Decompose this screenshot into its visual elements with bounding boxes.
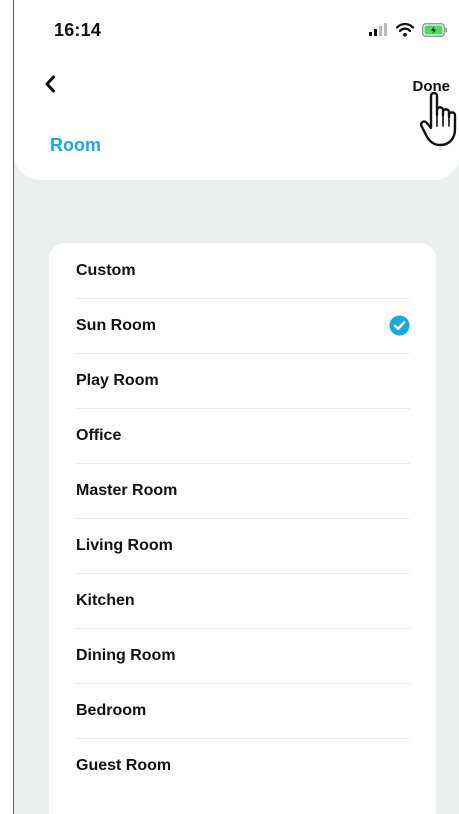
- done-button[interactable]: Done: [413, 78, 451, 95]
- room-option[interactable]: Kitchen: [76, 573, 410, 628]
- room-option[interactable]: Bedroom: [76, 683, 410, 738]
- room-option-label: Office: [76, 426, 122, 444]
- status-icons: [368, 23, 448, 42]
- room-option[interactable]: Master Room: [76, 463, 410, 518]
- room-option-label: Bedroom: [76, 701, 147, 719]
- wifi-icon: [395, 23, 415, 42]
- room-option[interactable]: Sun Room: [76, 298, 410, 353]
- back-button[interactable]: [38, 74, 62, 98]
- status-time: 16:14: [54, 20, 102, 40]
- chevron-left-icon: [44, 75, 56, 98]
- room-list-card: Custom Sun Room Play Room Office Master Room…: [49, 243, 436, 814]
- checkmark-circle-icon: [389, 315, 410, 336]
- room-option[interactable]: Living Room: [76, 518, 410, 573]
- room-list: Custom Sun Room Play Room Office Master Room…: [49, 243, 436, 793]
- room-option-label: Living Room: [76, 536, 173, 554]
- room-option-label: Kitchen: [76, 591, 135, 609]
- room-option-label: Master Room: [76, 481, 178, 499]
- battery-charging-icon: [422, 23, 448, 42]
- phone-screen: 16:14 Done Room Custom Sun Room Play Roo…: [13, 0, 459, 814]
- room-option-label: Sun Room: [76, 316, 156, 334]
- room-option-label: Guest Room: [76, 756, 172, 774]
- room-option[interactable]: Dining Room: [76, 628, 410, 683]
- header: 16:14 Done Room: [14, 0, 459, 180]
- room-option[interactable]: Office: [76, 408, 410, 463]
- room-option[interactable]: Guest Room: [76, 738, 410, 793]
- room-option[interactable]: Play Room: [76, 353, 410, 408]
- room-option-label: Custom: [76, 261, 136, 279]
- room-option-label: Dining Room: [76, 646, 176, 664]
- room-option-label: Play Room: [76, 371, 159, 389]
- page-title: Room: [50, 135, 101, 155]
- room-option[interactable]: Custom: [76, 243, 410, 298]
- cellular-signal-icon: [368, 23, 388, 42]
